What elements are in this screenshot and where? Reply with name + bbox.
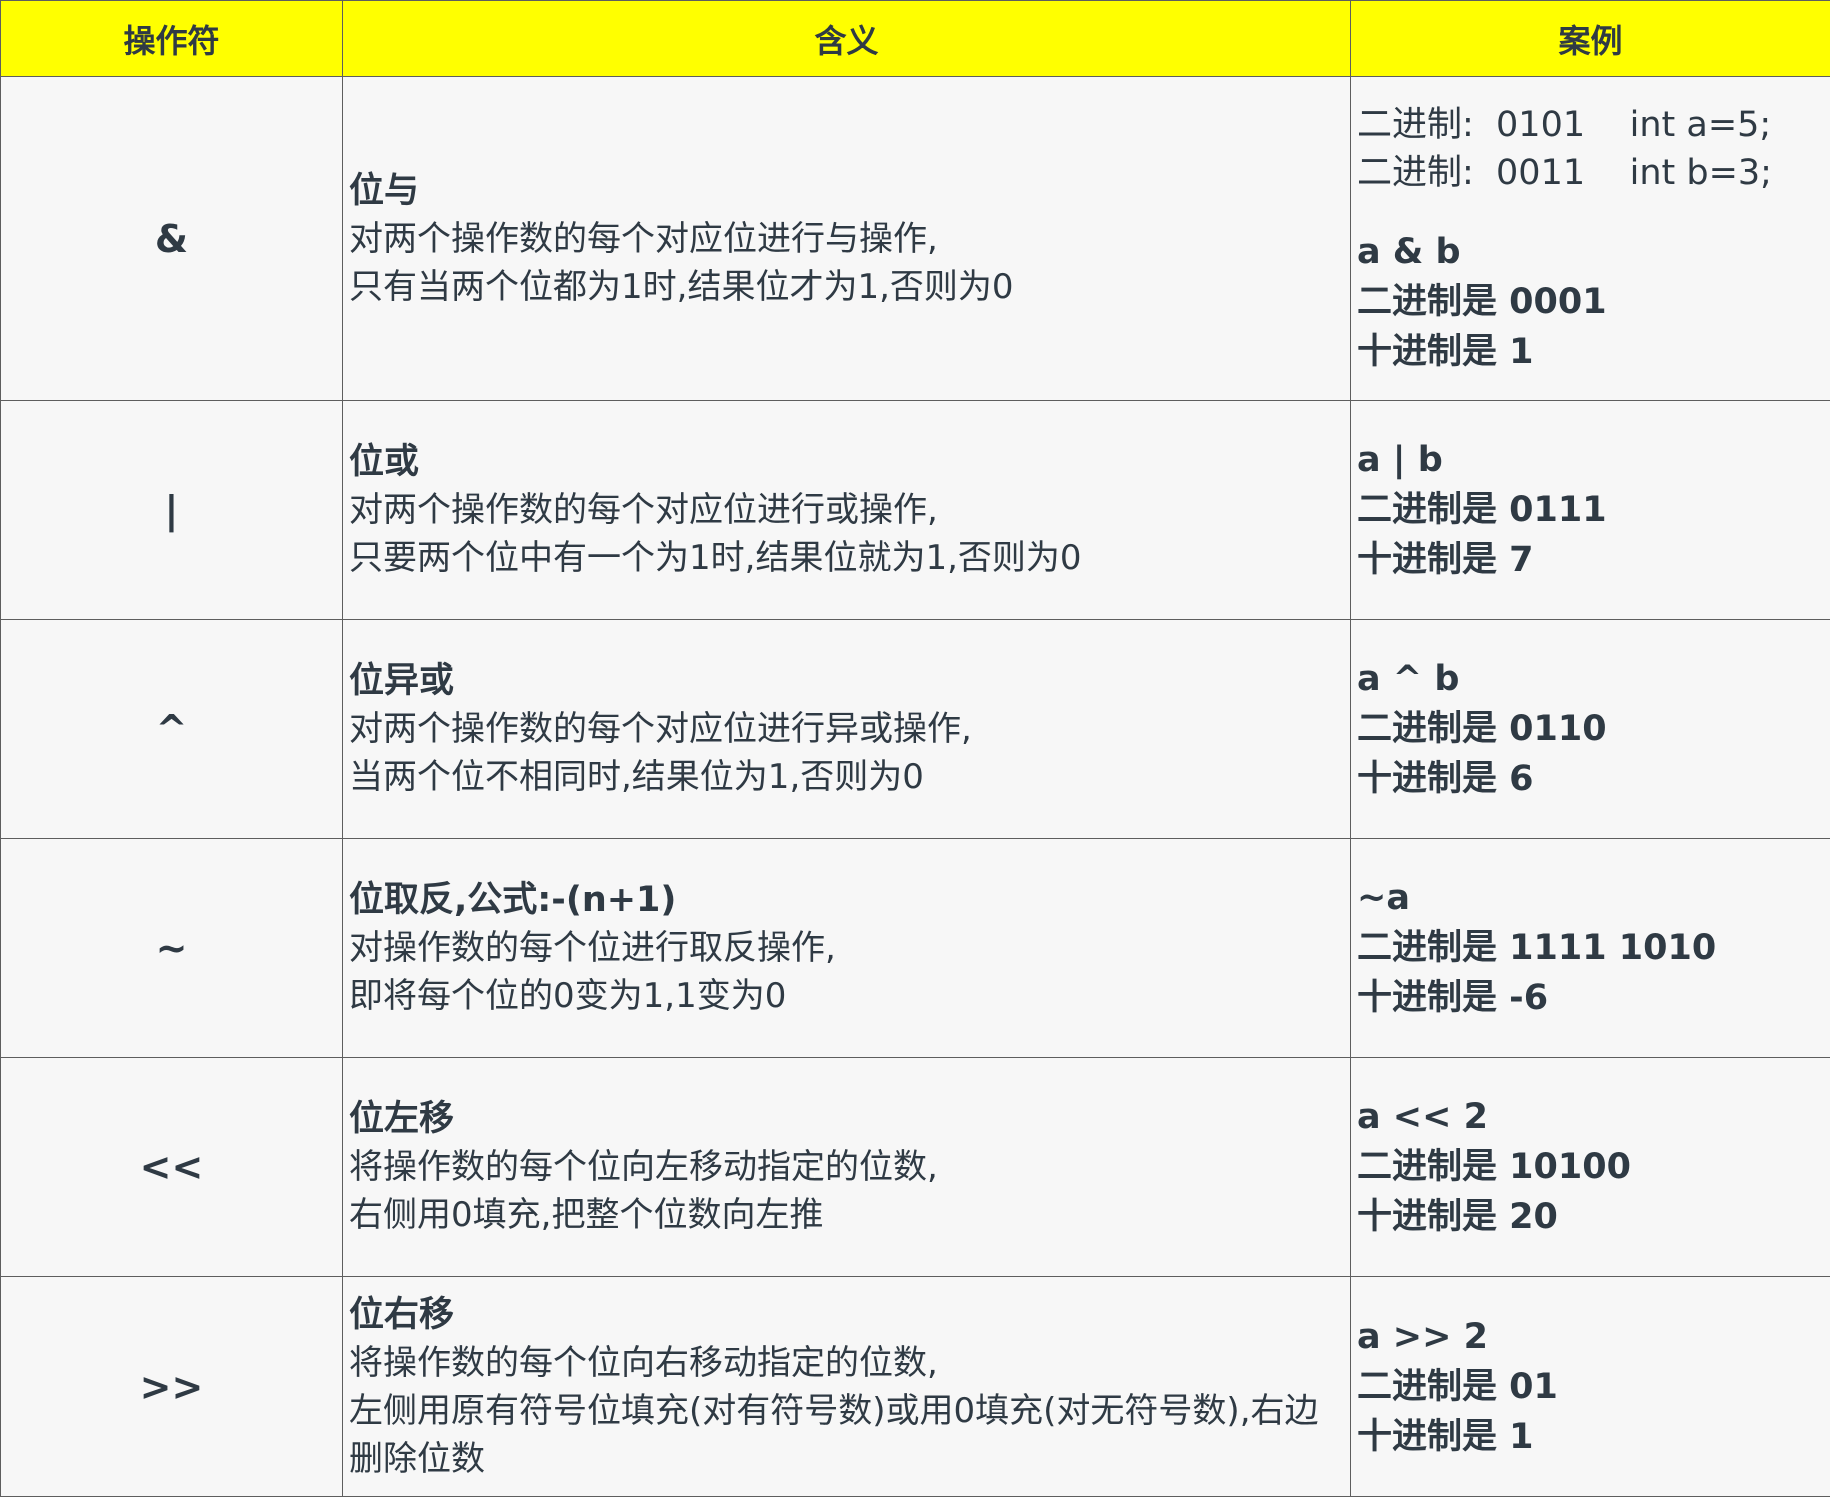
table-row: >> 位右移 将操作数的每个位向右移动指定的位数, 左侧用原有符号位填充(对有符… <box>1 1277 1830 1497</box>
meaning-cell: 位取反,公式:-(n+1) 对操作数的每个位进行取反操作, 即将每个位的0变为1… <box>343 839 1351 1058</box>
example-cell: a << 2 二进制是 10100 十进制是 20 <box>1351 1058 1830 1277</box>
header-row: 操作符 含义 案例 <box>1 1 1830 77</box>
example-expression: a >> 2 <box>1357 1312 1830 1362</box>
header-example: 案例 <box>1351 1 1830 77</box>
meaning-line: 对操作数的每个位进行取反操作, <box>349 924 1350 972</box>
header-meaning: 含义 <box>343 1 1351 77</box>
meaning-title: 位或 <box>349 438 1350 486</box>
example-binary: 二进制是 0001 <box>1357 277 1830 327</box>
example-cell: ~a 二进制是 1111 1010 十进制是 -6 <box>1351 839 1830 1058</box>
operator-cell: ^ <box>1 620 343 839</box>
meaning-cell: 位异或 对两个操作数的每个对应位进行异或操作, 当两个位不相同时,结果位为1,否… <box>343 620 1351 839</box>
meaning-title: 位异或 <box>349 657 1350 705</box>
meaning-cell: 位左移 将操作数的每个位向左移动指定的位数, 右侧用0填充,把整个位数向左推 <box>343 1058 1351 1277</box>
meaning-line: 左侧用原有符号位填充(对有符号数)或用0填充(对无符号数),右边删除位数 <box>349 1387 1350 1483</box>
meaning-title: 位与 <box>349 167 1350 215</box>
example-binary: 二进制是 10100 <box>1357 1142 1830 1192</box>
meaning-title: 位取反,公式:-(n+1) <box>349 876 1350 924</box>
table-row: ~ 位取反,公式:-(n+1) 对操作数的每个位进行取反操作, 即将每个位的0变… <box>1 839 1830 1058</box>
example-binary: 二进制是 1111 1010 <box>1357 923 1830 973</box>
meaning-title: 位右移 <box>349 1291 1350 1339</box>
meaning-line: 对两个操作数的每个对应位进行或操作, <box>349 486 1350 534</box>
meaning-line: 将操作数的每个位向右移动指定的位数, <box>349 1339 1350 1387</box>
meaning-line: 只要两个位中有一个为1时,结果位就为1,否则为0 <box>349 534 1350 582</box>
operator-cell: | <box>1 401 343 620</box>
meaning-line: 对两个操作数的每个对应位进行异或操作, <box>349 705 1350 753</box>
example-decimal: 十进制是 -6 <box>1357 973 1830 1023</box>
header-operator: 操作符 <box>1 1 343 77</box>
bitwise-operators-table: 操作符 含义 案例 & 位与 对两个操作数的每个对应位进行与操作, 只有当两个位… <box>0 0 1830 1497</box>
example-decimal: 十进制是 7 <box>1357 535 1830 585</box>
example-binary: 二进制是 0111 <box>1357 485 1830 535</box>
example-cell: a ^ b 二进制是 0110 十进制是 6 <box>1351 620 1830 839</box>
meaning-line: 只有当两个位都为1时,结果位才为1,否则为0 <box>349 263 1350 311</box>
example-setup-line: 二进制: 0101 int a=5; <box>1357 101 1830 149</box>
example-setup-line: 二进制: 0011 int b=3; <box>1357 149 1830 197</box>
example-decimal: 十进制是 6 <box>1357 754 1830 804</box>
meaning-cell: 位或 对两个操作数的每个对应位进行或操作, 只要两个位中有一个为1时,结果位就为… <box>343 401 1351 620</box>
table-row: ^ 位异或 对两个操作数的每个对应位进行异或操作, 当两个位不相同时,结果位为1… <box>1 620 1830 839</box>
meaning-line: 当两个位不相同时,结果位为1,否则为0 <box>349 753 1350 801</box>
table-row: << 位左移 将操作数的每个位向左移动指定的位数, 右侧用0填充,把整个位数向左… <box>1 1058 1830 1277</box>
example-expression: a ^ b <box>1357 654 1830 704</box>
operator-cell: >> <box>1 1277 343 1497</box>
meaning-line: 即将每个位的0变为1,1变为0 <box>349 972 1350 1020</box>
example-cell: a | b 二进制是 0111 十进制是 7 <box>1351 401 1830 620</box>
example-binary: 二进制是 0110 <box>1357 704 1830 754</box>
example-expression: a & b <box>1357 227 1830 277</box>
meaning-cell: 位右移 将操作数的每个位向右移动指定的位数, 左侧用原有符号位填充(对有符号数)… <box>343 1277 1351 1497</box>
meaning-title: 位左移 <box>349 1095 1350 1143</box>
example-cell: a >> 2 二进制是 01 十进制是 1 <box>1351 1277 1830 1497</box>
operator-cell: << <box>1 1058 343 1277</box>
example-binary: 二进制是 01 <box>1357 1362 1830 1412</box>
example-decimal: 十进制是 1 <box>1357 1412 1830 1462</box>
example-expression: a | b <box>1357 435 1830 485</box>
example-cell: 二进制: 0101 int a=5; 二进制: 0011 int b=3; a … <box>1351 77 1830 401</box>
table-row: | 位或 对两个操作数的每个对应位进行或操作, 只要两个位中有一个为1时,结果位… <box>1 401 1830 620</box>
meaning-line: 对两个操作数的每个对应位进行与操作, <box>349 215 1350 263</box>
meaning-cell: 位与 对两个操作数的每个对应位进行与操作, 只有当两个位都为1时,结果位才为1,… <box>343 77 1351 401</box>
example-decimal: 十进制是 1 <box>1357 327 1830 377</box>
meaning-line: 右侧用0填充,把整个位数向左推 <box>349 1191 1350 1239</box>
meaning-line: 将操作数的每个位向左移动指定的位数, <box>349 1143 1350 1191</box>
operator-cell: & <box>1 77 343 401</box>
table-row: & 位与 对两个操作数的每个对应位进行与操作, 只有当两个位都为1时,结果位才为… <box>1 77 1830 401</box>
example-expression: ~a <box>1357 873 1830 923</box>
example-decimal: 十进制是 20 <box>1357 1192 1830 1242</box>
example-expression: a << 2 <box>1357 1092 1830 1142</box>
operator-cell: ~ <box>1 839 343 1058</box>
